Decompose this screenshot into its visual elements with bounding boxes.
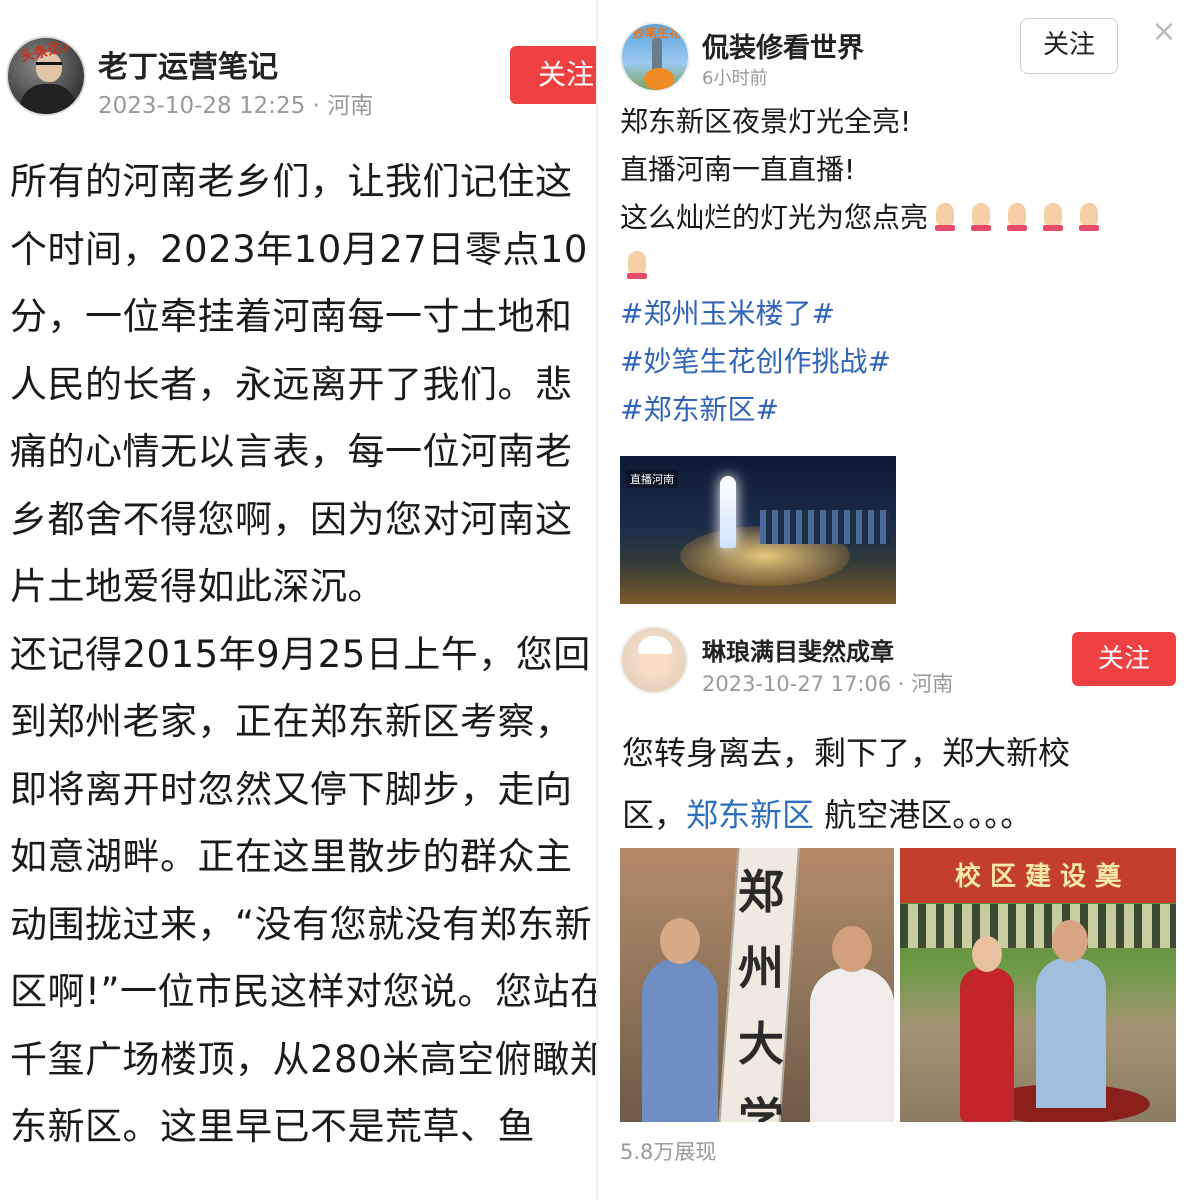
- post-meta: 2023-10-28 12:25 · 河南: [98, 93, 374, 119]
- left-post-panel: 头条达人 老丁运营笔记 2023-10-28 12:25 · 河南 关注 所有的…: [0, 0, 596, 1200]
- image-crowd: [900, 904, 1176, 948]
- image-banner-text: 校 区 建 设 奠: [954, 862, 1122, 892]
- post-body-line: 片土地爱得如此深沉。: [10, 565, 385, 608]
- follow-button[interactable]: 关注: [1020, 18, 1118, 74]
- avatar-ring-label: 妙笔生花: [632, 26, 681, 40]
- post-image-night-view[interactable]: 直播河南: [620, 456, 896, 604]
- post-text-line: 区，郑东新区 航空港区。。。。: [622, 784, 1182, 846]
- author-avatar[interactable]: 妙笔生花: [620, 22, 690, 92]
- post-body-line: 人民的长者，永远离开了我们。悲: [10, 362, 573, 406]
- avatar-figure-body: [20, 84, 76, 114]
- post-body-line: 千玺广场楼顶，从280米高空俯瞰郑: [10, 1037, 596, 1081]
- image-pillar-text: 郑州大学: [738, 865, 784, 1122]
- post-image-groundbreaking[interactable]: 校 区 建 设 奠: [900, 848, 1176, 1122]
- folded-hands-icon: [1072, 201, 1106, 231]
- post-body-line: 到郑州老家，正在郑东新区考察，: [10, 700, 573, 743]
- author-name[interactable]: 老丁运营笔记: [98, 42, 278, 86]
- image-watermark-logo: 直播河南: [626, 470, 678, 488]
- post-text: 区，: [622, 796, 687, 834]
- post-body-line: 即将离开时忽然又停下脚步，走向: [10, 767, 573, 811]
- post-body-line: 个时间，2023年10月27日零点10: [10, 227, 588, 271]
- folded-hands-icon: [620, 249, 654, 279]
- post-meta: 2023-10-27 17:06 · 河南: [702, 672, 954, 696]
- hashtag-link[interactable]: #郑州玉米楼了#: [620, 290, 1180, 338]
- post-body-line: 所有的河南老乡们，让我们记住这: [10, 160, 573, 203]
- follow-button[interactable]: 关注: [510, 46, 596, 104]
- post-text-line: 您转身离去，剩下了，郑大新校: [622, 734, 1071, 772]
- hashtag-link[interactable]: #妙笔生花创作挑战#: [620, 338, 1180, 386]
- post-meta: 6小时前: [702, 68, 768, 89]
- post-body-line: 还记得2015年9月25日上午，您回: [10, 632, 591, 676]
- view-count: 5.8万展现: [620, 1140, 717, 1164]
- post-text-line: 直播河南一直直播!: [620, 153, 856, 186]
- hashtag-link[interactable]: #郑东新区#: [620, 386, 1180, 434]
- image-person-head: [1052, 920, 1088, 962]
- post-text: 航空港区。。。。: [814, 796, 1033, 834]
- author-avatar[interactable]: 头条达人: [6, 36, 86, 116]
- post-body-line: 乡都舍不得您啊，因为您对河南这: [10, 497, 573, 541]
- author-name[interactable]: 琳琅满目斐然成章: [702, 632, 894, 667]
- avatar-pumpkin: [644, 68, 674, 90]
- image-tower: [720, 476, 736, 548]
- post-body: 您转身离去，剩下了，郑大新校 区，郑东新区 航空港区。。。。: [622, 722, 1182, 846]
- close-icon[interactable]: ×: [1150, 17, 1178, 47]
- image-skyline: [760, 510, 890, 544]
- post-body-line: 如意湖畔。正在这里散步的群众主: [10, 835, 573, 878]
- folded-hands-icon: [1000, 201, 1034, 231]
- author-avatar[interactable]: [620, 626, 688, 694]
- image-person: [1036, 920, 1106, 1108]
- image-person-head: [832, 926, 872, 972]
- post-text: 这么灿烂的灯光为您点亮: [620, 201, 929, 234]
- post-body-line: 痛的心情无以言表，每一位河南老: [10, 430, 573, 473]
- image-person: [810, 926, 894, 1122]
- post-body-line: 东新区。这里早已不是荒草、鱼: [10, 1105, 535, 1148]
- image-person-head: [972, 936, 1002, 972]
- post-text-line: [620, 242, 1180, 290]
- post-text-line: 这么灿烂的灯光为您点亮: [620, 194, 1180, 242]
- post-body-line: 区啊!”一位市民这样对您说。您站在: [10, 970, 596, 1013]
- image-person: [960, 936, 1014, 1122]
- post-text-line: 郑东新区夜景灯光全亮!: [620, 105, 912, 138]
- post-body-line: 分，一位牵挂着河南每一寸土地和: [10, 295, 573, 338]
- follow-button[interactable]: 关注: [1072, 632, 1176, 686]
- avatar-baby-hat: [638, 636, 672, 654]
- image-person-head: [660, 918, 700, 964]
- folded-hands-icon: [964, 201, 998, 231]
- post-body: 所有的河南老乡们，让我们记住这 个时间，2023年10月27日零点10 分，一位…: [10, 148, 596, 1161]
- place-link[interactable]: 郑东新区: [686, 796, 814, 834]
- folded-hands-icon: [928, 201, 962, 231]
- image-person: [642, 918, 718, 1122]
- post-body: 郑东新区夜景灯光全亮! 直播河南一直直播! 这么灿烂的灯光为您点亮 #郑州玉米楼…: [620, 98, 1180, 434]
- post-body-line: 动围拢过来，“没有您就没有郑东新: [10, 902, 593, 946]
- folded-hands-icon: [1036, 201, 1070, 231]
- post-image-unveiling[interactable]: 郑州大学: [620, 848, 894, 1122]
- right-posts-panel: 妙笔生花 侃装修看世界 6小时前 关注 × 郑东新区夜景灯光全亮! 直播河南一直…: [598, 0, 1193, 1200]
- author-name[interactable]: 侃装修看世界: [702, 26, 864, 65]
